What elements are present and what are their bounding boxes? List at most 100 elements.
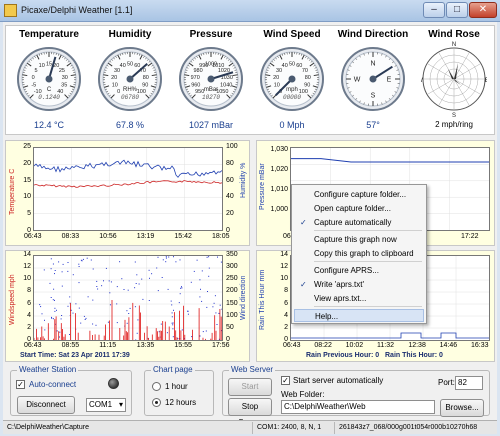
wind-direction-point [83, 315, 85, 317]
wind-direction-point [67, 270, 69, 272]
radio-1-hour[interactable] [152, 382, 161, 391]
wind-direction-point [90, 259, 92, 261]
gauge-tick-label: -5 [31, 82, 36, 88]
wind-direction-point [158, 331, 160, 333]
stop-server-button[interactable]: Stop Server [228, 398, 272, 427]
wind-direction-point [148, 300, 150, 301]
wind-direction-point [56, 330, 58, 332]
wind-direction-point [126, 322, 128, 324]
menu-item-label: Configure APRS... [314, 266, 379, 275]
menu-item-3[interactable]: Capture this graph now [294, 233, 424, 246]
menu-item-4[interactable]: Copy this graph to clipboard [294, 247, 424, 260]
menu-item-label: Open capture folder... [314, 204, 391, 213]
x-tick-label: 11:15 [99, 342, 117, 349]
wind-direction-point [87, 296, 89, 298]
gauge-tick-label: 960 [191, 82, 200, 88]
wind-direction-point [187, 313, 189, 315]
wind-direction-point [157, 290, 159, 292]
y-tick-label: 1,000 [270, 206, 288, 213]
y-tick-label: 12 [23, 263, 31, 271]
wind-rose-label: E [485, 78, 487, 84]
wind-direction-point [95, 324, 97, 326]
port-input[interactable]: 82 [455, 376, 483, 390]
wind-direction-point [107, 321, 109, 323]
auto-connect-checkbox[interactable]: ✓ [16, 380, 25, 389]
gauge-tick-label: 40 [282, 63, 288, 69]
wind-direction-point [208, 275, 210, 277]
com-port-select[interactable]: COM1 ▾ [86, 398, 126, 412]
menu-item-2[interactable]: ✓ Capture automatically [294, 216, 424, 229]
wind-direction-point [135, 339, 137, 341]
gauge-title: Pressure [189, 29, 233, 40]
wind-direction-point [49, 282, 51, 284]
wind-direction-point [220, 261, 222, 263]
wind-direction-point [217, 256, 218, 258]
y-tick-label: 10 [23, 275, 31, 283]
wind-direction-point [44, 319, 45, 321]
wind-direction-point [172, 324, 174, 326]
status-bar: C:\DelphiWeather\Capture COM1: 2400, 8, … [3, 420, 497, 434]
gauge-unit: RH% [123, 87, 138, 93]
menu-item-label: Copy this graph to clipboard [314, 249, 414, 258]
web-folder-input[interactable]: C:\DelphiWeather\Web [281, 400, 435, 414]
gauge-tick-label: 20 [111, 75, 117, 81]
wind-rose-label: N [452, 42, 456, 48]
menu-item-7[interactable]: View aprs.txt... [294, 292, 424, 305]
y-tick-label: 50 [226, 323, 234, 331]
menu-item-1[interactable]: Open capture folder... [294, 202, 424, 215]
wind-direction-point [44, 329, 46, 331]
wind-direction-point [54, 310, 56, 312]
wind-direction-point [168, 256, 170, 258]
wind-direction-point [181, 286, 182, 288]
x-tick-label: 08:33 [61, 233, 80, 240]
rain-previous-hour-label: Rain Previous Hour: 0 [306, 352, 380, 359]
menu-item-5[interactable]: Configure APRS... [294, 264, 424, 277]
wind-direction-point [50, 268, 52, 270]
gauge-title: Temperature [19, 29, 79, 40]
menu-item-8[interactable]: Help... [294, 309, 424, 322]
x-tick-label: 08:55 [61, 342, 80, 349]
close-button[interactable]: ✕ [469, 2, 497, 18]
auto-connect-label: Auto-connect [29, 380, 77, 389]
gauge-dial: N E S W [341, 47, 405, 111]
wind-direction-point [108, 280, 110, 282]
wind-direction-point [162, 259, 164, 261]
menu-item-6[interactable]: ✓ Write 'aprs.txt' [294, 278, 424, 291]
browse-button[interactable]: Browse... [440, 399, 484, 417]
wind-direction-point [206, 256, 208, 258]
wind-direction-point [59, 331, 61, 333]
start-server-auto-checkbox[interactable]: ✓ [281, 376, 290, 385]
wind-direction-point [78, 263, 80, 265]
gauge-tick-label: 5 [35, 68, 38, 74]
x-tick-label: 11:32 [377, 342, 394, 349]
wind-direction-point [134, 306, 136, 308]
radio-12-hours[interactable] [152, 398, 161, 407]
wind-direction-point [136, 332, 138, 334]
wind-direction-point [67, 262, 69, 263]
y-tick-label: 300 [226, 263, 238, 271]
wind-direction-point [60, 318, 62, 320]
minimize-button[interactable]: – [423, 2, 445, 18]
wind-direction-point [70, 309, 72, 311]
x-tick-label: 10:56 [99, 233, 117, 240]
menu-item-0[interactable]: Configure capture folder... [294, 188, 424, 201]
y-axis-label: Pressure mBar [259, 163, 266, 210]
menu-item-label: Capture automatically [314, 218, 392, 227]
wind-direction-point [141, 278, 143, 280]
wind-direction-point [52, 263, 54, 265]
y-tick-label: 14 [23, 251, 31, 258]
x-tick-label: 17:22 [461, 233, 479, 240]
wind-direction-point [221, 308, 223, 310]
menu-separator [314, 261, 422, 262]
wind-direction-point [61, 285, 63, 287]
menu-item-label: View aprs.txt... [314, 294, 367, 303]
wind-direction-point [187, 310, 189, 312]
maximize-button[interactable]: □ [446, 2, 468, 18]
start-server-button[interactable]: Start Server [228, 378, 272, 407]
temp-humidity-chart[interactable] [5, 140, 250, 246]
wind-direction-point [135, 283, 137, 284]
wind-direction-point [54, 307, 56, 309]
gauge-tick-label: 0 [117, 89, 120, 95]
x-tick-label: 06:43 [24, 342, 42, 349]
disconnect-button[interactable]: Disconnect [17, 396, 75, 414]
